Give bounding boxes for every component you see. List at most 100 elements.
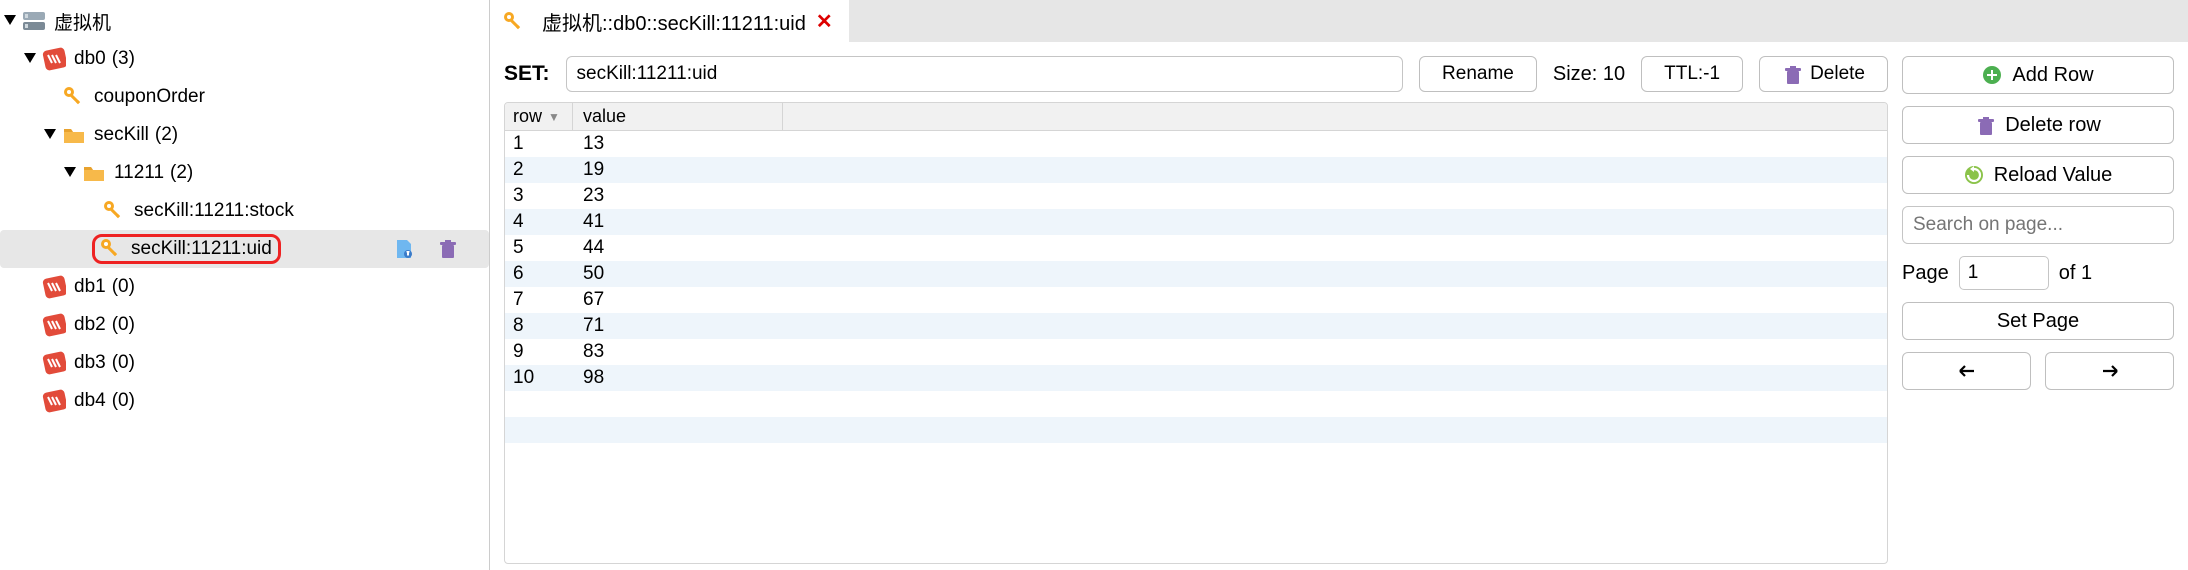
key-icon xyxy=(99,237,123,261)
table-row[interactable]: 323 xyxy=(505,183,1887,209)
key-size-label: Size: 10 xyxy=(1553,63,1625,86)
column-header-row[interactable]: row xyxy=(513,106,542,127)
cell-row: 1 xyxy=(505,133,573,155)
cell-value: 41 xyxy=(573,211,1887,233)
key-name-input[interactable] xyxy=(566,56,1404,92)
cell-row: 8 xyxy=(505,315,573,337)
tree-item-label: secKill xyxy=(94,124,149,146)
tree-db2[interactable]: db2 (0) xyxy=(0,306,489,344)
reload-value-button[interactable]: Reload Value xyxy=(1902,156,2174,194)
column-header-value[interactable]: value xyxy=(583,106,626,127)
trash-icon[interactable] xyxy=(437,238,459,260)
delete-key-button[interactable]: Delete xyxy=(1759,56,1888,92)
search-input[interactable] xyxy=(1902,206,2174,244)
tree-db-count: (0) xyxy=(112,390,135,412)
tree-db1[interactable]: db1 (0) xyxy=(0,268,489,306)
cell-row: 6 xyxy=(505,263,573,285)
page-of-label: of 1 xyxy=(2059,262,2092,285)
key-icon xyxy=(102,199,126,223)
tree-db4[interactable]: db4 (0) xyxy=(0,382,489,420)
chevron-down-icon[interactable] xyxy=(4,15,16,27)
cell-row: 2 xyxy=(505,159,573,181)
table-row[interactable]: 441 xyxy=(505,209,1887,235)
tree-db-label: db0 xyxy=(74,48,106,70)
table-row[interactable]: 1098 xyxy=(505,365,1887,391)
cell-value: 23 xyxy=(573,185,1887,207)
folder-icon xyxy=(82,161,106,185)
add-row-button[interactable]: Add Row xyxy=(1902,56,2174,94)
tree-item-label: couponOrder xyxy=(94,86,205,108)
cell-value: 67 xyxy=(573,289,1887,311)
cell-value: 44 xyxy=(573,237,1887,259)
chevron-down-icon[interactable] xyxy=(24,53,36,65)
cell-row: 9 xyxy=(505,341,573,363)
cell-value: 83 xyxy=(573,341,1887,363)
key-toolbar: SET: Rename Size: 10 TTL:-1 Delete xyxy=(504,56,1888,92)
tree-folder-11211[interactable]: 11211 (2) xyxy=(0,154,489,192)
database-icon xyxy=(42,351,66,375)
trash-icon xyxy=(1975,115,1995,135)
ttl-button[interactable]: TTL:-1 xyxy=(1641,56,1743,92)
table-row-empty xyxy=(505,443,1887,469)
tree-folder-seckill[interactable]: secKill (2) xyxy=(0,116,489,154)
delete-row-button[interactable]: Delete row xyxy=(1902,106,2174,144)
tree-server[interactable]: 虚拟机 xyxy=(0,2,489,40)
cell-row: 5 xyxy=(505,237,573,259)
cell-row: 10 xyxy=(505,367,573,389)
table-row[interactable]: 544 xyxy=(505,235,1887,261)
action-panel: Add Row Delete row Reload Value Page of … xyxy=(1902,56,2174,564)
folder-icon xyxy=(62,123,86,147)
tree-key-stock[interactable]: secKill:11211:stock xyxy=(0,192,489,230)
cell-value: 13 xyxy=(573,133,1887,155)
tree-key-uid[interactable]: secKill:11211:uid xyxy=(0,230,489,268)
set-page-button[interactable]: Set Page xyxy=(1902,302,2174,340)
cell-row: 4 xyxy=(505,211,573,233)
tree-item-label: secKill:11211:stock xyxy=(134,200,294,222)
tree-key-couponorder[interactable]: couponOrder xyxy=(0,78,489,116)
tree-db-count: (0) xyxy=(112,276,135,298)
table-row[interactable]: 219 xyxy=(505,157,1887,183)
key-type-label: SET: xyxy=(504,62,550,86)
arrow-right-icon xyxy=(2099,361,2121,381)
tree-db-count: (0) xyxy=(112,314,135,336)
arrow-left-icon xyxy=(1956,361,1978,381)
database-icon xyxy=(42,47,66,71)
cell-value: 50 xyxy=(573,263,1887,285)
tab-title: 虚拟机::db0::secKill:11211:uid xyxy=(542,7,806,36)
server-icon xyxy=(22,9,46,33)
next-page-button[interactable] xyxy=(2045,352,2174,390)
tree-db-count: (0) xyxy=(112,352,135,374)
tree-item-count: (2) xyxy=(155,124,178,146)
rename-button[interactable]: Rename xyxy=(1419,56,1537,92)
tab-key[interactable]: 虚拟机::db0::secKill:11211:uid ✕ xyxy=(490,0,849,42)
tree-item-count: (2) xyxy=(170,162,193,184)
page-input[interactable] xyxy=(1959,256,2049,290)
cell-value: 71 xyxy=(573,315,1887,337)
chevron-down-icon[interactable] xyxy=(64,167,76,179)
tree-db-label: db4 xyxy=(74,390,106,412)
file-key-icon[interactable] xyxy=(393,238,415,260)
prev-page-button[interactable] xyxy=(1902,352,2031,390)
tab-bar: 虚拟机::db0::secKill:11211:uid ✕ xyxy=(490,0,2188,42)
table-row[interactable]: 983 xyxy=(505,339,1887,365)
table-row[interactable]: 113 xyxy=(505,131,1887,157)
tree-db3[interactable]: db3 (0) xyxy=(0,344,489,382)
table-header: row ▼ value xyxy=(505,103,1887,131)
tree-db0[interactable]: db0 (3) xyxy=(0,40,489,78)
values-table: row ▼ value 1132193234415446507678719831… xyxy=(504,102,1888,564)
cell-value: 19 xyxy=(573,159,1887,181)
sort-desc-icon[interactable]: ▼ xyxy=(548,110,560,124)
key-icon xyxy=(502,10,524,32)
cell-row: 3 xyxy=(505,185,573,207)
table-row[interactable]: 871 xyxy=(505,313,1887,339)
table-row[interactable]: 650 xyxy=(505,261,1887,287)
key-tree: 虚拟机 db0 (3) xyxy=(0,0,490,570)
plus-icon xyxy=(1982,65,2002,85)
cell-row: 7 xyxy=(505,289,573,311)
key-icon xyxy=(62,85,86,109)
database-icon xyxy=(42,389,66,413)
chevron-down-icon[interactable] xyxy=(44,129,56,141)
table-row[interactable]: 767 xyxy=(505,287,1887,313)
page-label: Page xyxy=(1902,262,1949,285)
close-icon[interactable]: ✕ xyxy=(816,9,833,34)
